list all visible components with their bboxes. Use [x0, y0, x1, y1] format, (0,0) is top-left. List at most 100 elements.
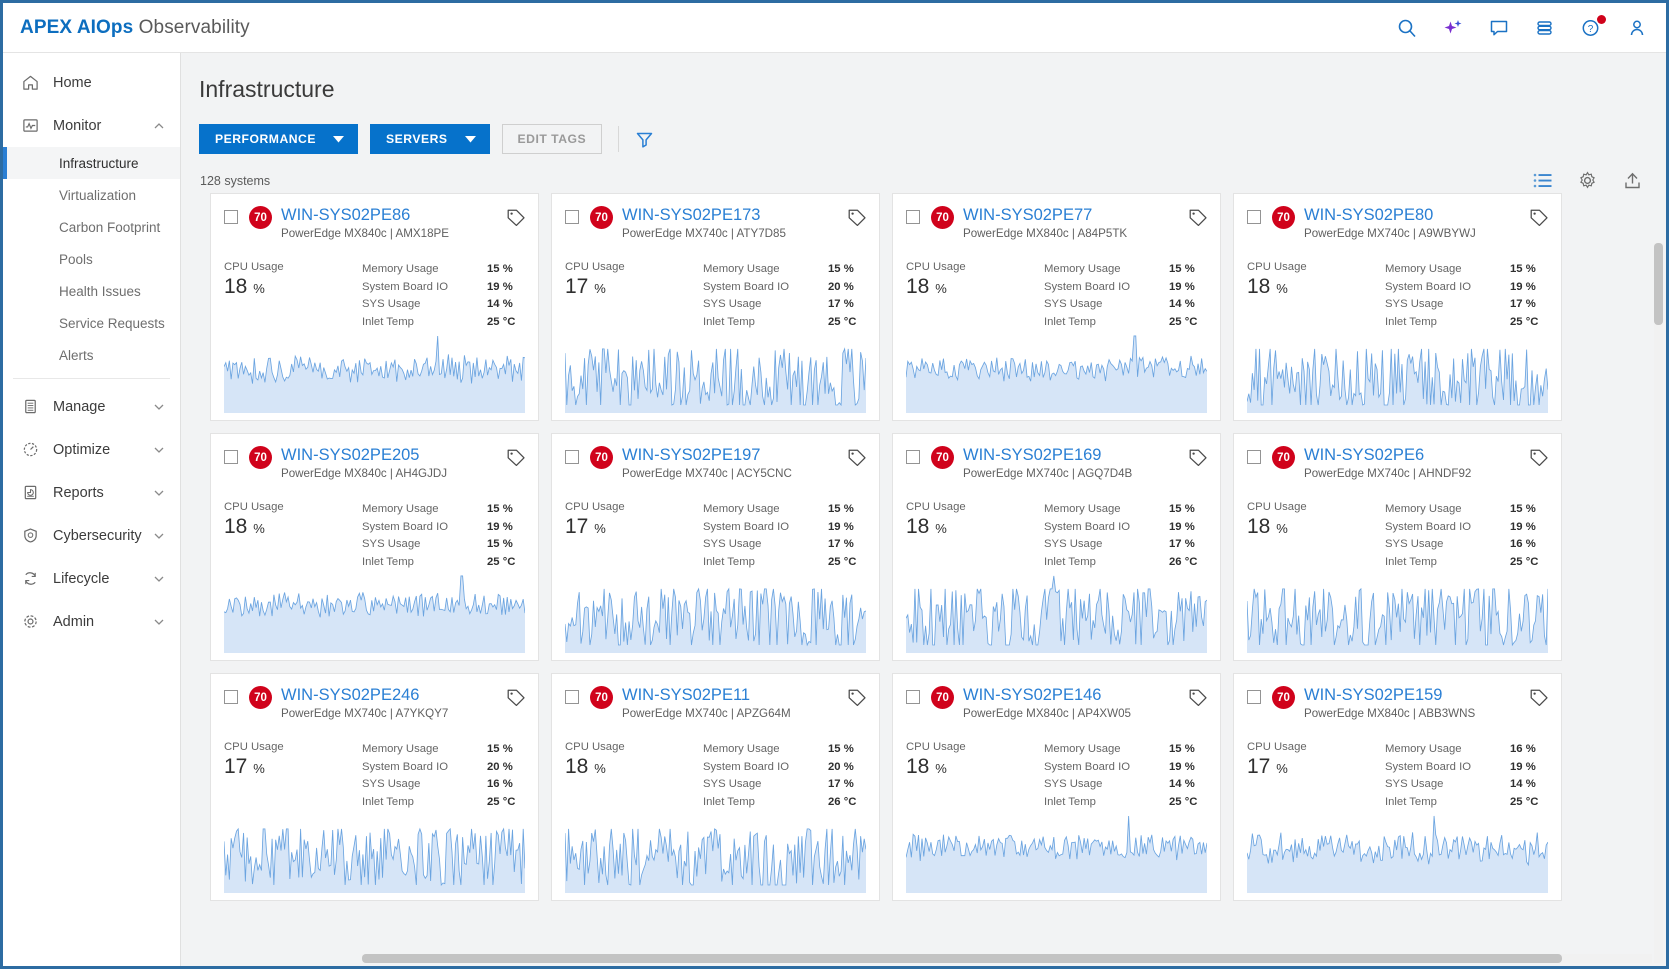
system-card[interactable]: 70 WIN-SYS02PE169 PowerEdge MX740c | AGQ… — [892, 433, 1221, 661]
sidebar-item-optimize[interactable]: Optimize — [3, 428, 180, 471]
system-card[interactable]: 70 WIN-SYS02PE205 PowerEdge MX840c | AH4… — [210, 433, 539, 661]
horizontal-scrollbar[interactable] — [362, 954, 1652, 963]
system-card[interactable]: 70 WIN-SYS02PE11 PowerEdge MX740c | APZG… — [551, 673, 880, 901]
system-hostname-link[interactable]: WIN-SYS02PE173 — [622, 206, 841, 224]
sidebar-subitem-label: Service Requests — [59, 315, 165, 331]
sys-usage-label: SYS Usage — [1385, 538, 1444, 551]
chevron-down-icon — [152, 400, 166, 414]
card-select-checkbox[interactable] — [565, 690, 579, 704]
system-card[interactable]: 70 WIN-SYS02PE77 PowerEdge MX840c | A84P… — [892, 193, 1221, 421]
system-hostname-link[interactable]: WIN-SYS02PE77 — [963, 206, 1182, 224]
system-card[interactable]: 70 WIN-SYS02PE246 PowerEdge MX740c | A7Y… — [210, 673, 539, 901]
sidebar-item-virtualization[interactable]: Virtualization — [3, 179, 180, 211]
sidebar-item-infrastructure[interactable]: Infrastructure — [3, 147, 180, 179]
system-card[interactable]: 70 WIN-SYS02PE86 PowerEdge MX840c | AMX1… — [210, 193, 539, 421]
tag-icon[interactable] — [847, 208, 867, 233]
sidebar-item-manage[interactable]: Manage — [3, 385, 180, 428]
system-hostname-link[interactable]: WIN-SYS02PE159 — [1304, 686, 1523, 704]
performance-dropdown-button[interactable]: PERFORMANCE — [199, 124, 358, 154]
card-select-checkbox[interactable] — [224, 210, 238, 224]
card-select-checkbox[interactable] — [565, 210, 579, 224]
card-header: 70 WIN-SYS02PE205 PowerEdge MX840c | AH4… — [211, 434, 538, 489]
tag-icon[interactable] — [1529, 208, 1549, 233]
system-hostname-link[interactable]: WIN-SYS02PE146 — [963, 686, 1182, 704]
system-hostname-link[interactable]: WIN-SYS02PE169 — [963, 446, 1182, 464]
tag-icon[interactable] — [1188, 688, 1208, 713]
performance-dropdown-label: PERFORMANCE — [215, 132, 316, 146]
system-hostname-link[interactable]: WIN-SYS02PE11 — [622, 686, 841, 704]
system-card[interactable]: 70 WIN-SYS02PE173 PowerEdge MX740c | ATY… — [551, 193, 880, 421]
tag-icon[interactable] — [847, 688, 867, 713]
sidebar-item-reports[interactable]: Reports — [3, 471, 180, 514]
cards-scroll-region[interactable]: 70 WIN-SYS02PE86 PowerEdge MX840c | AMX1… — [181, 181, 1666, 966]
sidebar-item-alerts[interactable]: Alerts — [3, 339, 180, 371]
system-board-io-label: System Board IO — [362, 760, 449, 773]
system-model-service-tag: PowerEdge MX840c | AP4XW05 — [963, 707, 1131, 721]
card-identity: WIN-SYS02PE159 PowerEdge MX840c | ABB3WN… — [1304, 686, 1523, 720]
sidebar-item-lifecycle[interactable]: Lifecycle — [3, 557, 180, 600]
system-hostname-link[interactable]: WIN-SYS02PE205 — [281, 446, 500, 464]
vertical-scrollbar-thumb[interactable] — [1654, 243, 1663, 325]
sidebar-item-health-issues[interactable]: Health Issues — [3, 275, 180, 307]
system-card[interactable]: 70 WIN-SYS02PE6 PowerEdge MX740c | AHNDF… — [1233, 433, 1562, 661]
stack-layers-icon[interactable] — [1534, 17, 1556, 39]
sys-usage-value: 15 % — [487, 538, 513, 551]
sidebar-item-pools[interactable]: Pools — [3, 243, 180, 275]
cpu-usage-label: CPU Usage — [565, 261, 625, 274]
system-hostname-link[interactable]: WIN-SYS02PE80 — [1304, 206, 1523, 224]
tag-icon[interactable] — [1188, 448, 1208, 473]
card-header: 70 WIN-SYS02PE197 PowerEdge MX740c | ACY… — [552, 434, 879, 489]
cpu-sparkline-chart — [906, 332, 1207, 413]
tag-icon[interactable] — [1529, 448, 1549, 473]
sidebar-item-carbon-footprint[interactable]: Carbon Footprint — [3, 211, 180, 243]
tag-icon[interactable] — [1529, 688, 1549, 713]
memory-usage-value: 15 % — [828, 503, 854, 516]
card-select-checkbox[interactable] — [224, 690, 238, 704]
cpu-sparkline-chart — [224, 812, 525, 893]
card-select-checkbox[interactable] — [565, 450, 579, 464]
sidebar-item-monitor[interactable]: Monitor — [3, 104, 180, 147]
system-hostname-link[interactable]: WIN-SYS02PE197 — [622, 446, 841, 464]
ai-sparkle-icon[interactable] — [1442, 17, 1464, 39]
sidebar-item-home[interactable]: Home — [3, 61, 180, 104]
system-hostname-link[interactable]: WIN-SYS02PE86 — [281, 206, 500, 224]
help-icon[interactable]: ? — [1580, 14, 1606, 39]
inlet-temp-value: 26 °C — [828, 795, 857, 808]
card-select-checkbox[interactable] — [1247, 690, 1261, 704]
card-metrics: CPU Usage 18 % Memory Usage 15 % System … — [552, 729, 879, 811]
sidebar-item-service-requests[interactable]: Service Requests — [3, 307, 180, 339]
user-profile-icon[interactable] — [1626, 17, 1648, 39]
tag-icon[interactable] — [506, 448, 526, 473]
system-hostname-link[interactable]: WIN-SYS02PE6 — [1304, 446, 1523, 464]
search-icon[interactable] — [1396, 17, 1418, 39]
sidebar-item-cybersecurity[interactable]: Cybersecurity — [3, 514, 180, 557]
help-notification-badge — [1597, 14, 1606, 24]
feedback-chat-icon[interactable] — [1488, 17, 1510, 39]
cpu-usage-label: CPU Usage — [906, 501, 966, 514]
card-select-checkbox[interactable] — [906, 450, 920, 464]
card-select-checkbox[interactable] — [906, 690, 920, 704]
card-identity: WIN-SYS02PE6 PowerEdge MX740c | AHNDF92 — [1304, 446, 1523, 480]
card-select-checkbox[interactable] — [224, 450, 238, 464]
system-card[interactable]: 70 WIN-SYS02PE146 PowerEdge MX840c | AP4… — [892, 673, 1221, 901]
system-card[interactable]: 70 WIN-SYS02PE159 PowerEdge MX840c | ABB… — [1233, 673, 1562, 901]
system-hostname-link[interactable]: WIN-SYS02PE246 — [281, 686, 500, 704]
edit-tags-button[interactable]: EDIT TAGS — [501, 124, 603, 154]
tag-icon[interactable] — [1188, 208, 1208, 233]
tag-icon[interactable] — [506, 208, 526, 233]
system-card[interactable]: 70 WIN-SYS02PE197 PowerEdge MX740c | ACY… — [551, 433, 880, 661]
card-select-checkbox[interactable] — [1247, 450, 1261, 464]
cpu-usage-label: CPU Usage — [1247, 501, 1307, 514]
tag-icon[interactable] — [506, 688, 526, 713]
card-select-checkbox[interactable] — [906, 210, 920, 224]
system-card[interactable]: 70 WIN-SYS02PE80 PowerEdge MX740c | A9WB… — [1233, 193, 1562, 421]
filter-funnel-icon[interactable] — [635, 130, 654, 149]
card-select-checkbox[interactable] — [1247, 210, 1261, 224]
sys-usage-value: 17 % — [828, 778, 854, 791]
vertical-scrollbar[interactable] — [1654, 243, 1663, 963]
tag-icon[interactable] — [847, 448, 867, 473]
servers-dropdown-button[interactable]: SERVERS — [369, 124, 490, 154]
sys-usage-label: SYS Usage — [1385, 298, 1444, 311]
sidebar-item-admin[interactable]: Admin — [3, 600, 180, 643]
horizontal-scrollbar-thumb[interactable] — [362, 954, 1562, 963]
